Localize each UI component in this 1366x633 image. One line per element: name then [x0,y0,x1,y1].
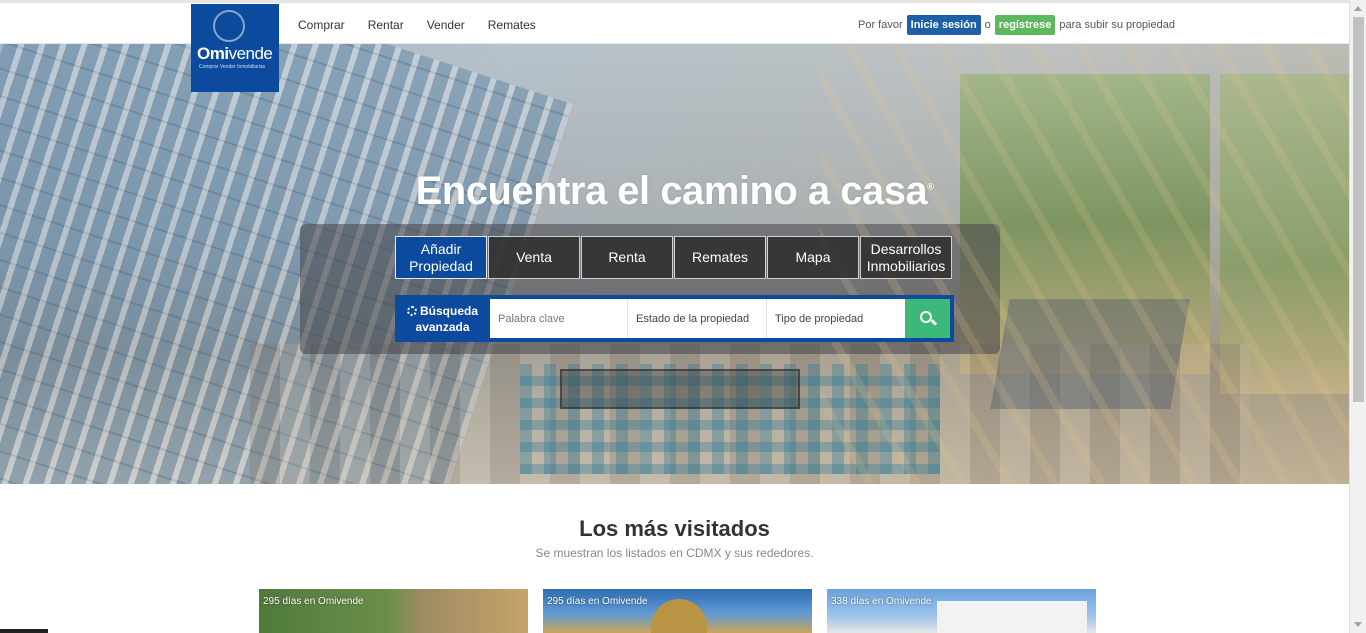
search-button[interactable] [905,299,950,338]
auth-prompt: Por favor Inicie sesión o regístrese par… [858,15,1175,35]
hero-title-text: Encuentra el camino a casa [415,169,928,213]
section-subtitle: Se muestran los listados en CDMX y sus r… [535,546,814,560]
register-button[interactable]: regístrese [994,15,1056,35]
auth-suffix: para subir su propiedad [1059,19,1175,31]
section-title: Los más visitados [579,516,770,541]
nav-link-rentar[interactable]: Rentar [368,18,404,32]
search-tabs: Añadir Propiedad Venta Renta Remates Map… [395,236,952,279]
main-nav: Comprar Rentar Vender Remates [298,3,559,47]
hero-banner: Encuentra el camino a casa® Añadir Propi… [0,44,1349,484]
scrollbar-thumb[interactable] [1353,17,1364,402]
search-bar: Búsqueda avanzada Palabra clave Estado d… [395,295,954,342]
property-state-select[interactable]: Estado de la propiedad [628,299,767,338]
hero-title: Encuentra el camino a casa® [0,169,1349,214]
nav-link-remates[interactable]: Remates [488,18,536,32]
scroll-up-icon[interactable] [1354,6,1362,11]
logo-text: Omivende [197,44,273,63]
registered-mark: ® [927,181,934,192]
auth-or: o [984,19,991,31]
listing-card[interactable]: 295 días en Omivende [543,589,812,633]
listing-days-badge: 338 días en Omivende [831,596,932,607]
tab-mapa[interactable]: Mapa [767,236,859,279]
listing-image [937,601,1087,633]
tab-anadir-propiedad[interactable]: Añadir Propiedad [395,236,487,279]
omivende-logo[interactable]: Omivende Comprar Vender Inmobiliarias [191,4,279,92]
listing-card[interactable]: 295 días en Omivende [259,589,528,633]
tab-renta[interactable]: Renta [581,236,673,279]
keyword-input[interactable]: Palabra clave [490,299,628,338]
hero-table-image [560,369,800,409]
gear-icon [406,305,417,316]
scroll-down-icon[interactable] [1354,622,1362,627]
logo-mark-icon [213,10,245,42]
advanced-search-label: Búsqueda avanzada [415,303,478,334]
advanced-search-button[interactable]: Búsqueda avanzada [395,295,490,342]
listing-card[interactable]: 338 días en Omivende [827,589,1096,633]
nav-link-comprar[interactable]: Comprar [298,18,345,32]
tab-remates[interactable]: Remates [674,236,766,279]
tab-desarrollos-inmobiliarios[interactable]: Desarrollos Inmobiliarios [860,236,952,279]
logo-tagline: Comprar Vender Inmobiliarias [199,64,266,70]
login-button[interactable]: Inicie sesión [906,15,981,35]
nav-link-vender[interactable]: Vender [427,18,465,32]
bottom-edge [0,629,48,633]
property-type-select[interactable]: Tipo de propiedad [767,299,906,338]
listing-days-badge: 295 días en Omivende [547,596,648,607]
tab-venta[interactable]: Venta [488,236,580,279]
auth-prefix: Por favor [858,19,903,31]
page-scrollbar[interactable] [1349,0,1366,633]
listing-image [651,599,707,633]
listing-days-badge: 295 días en Omivende [263,596,364,607]
search-icon [919,310,932,323]
